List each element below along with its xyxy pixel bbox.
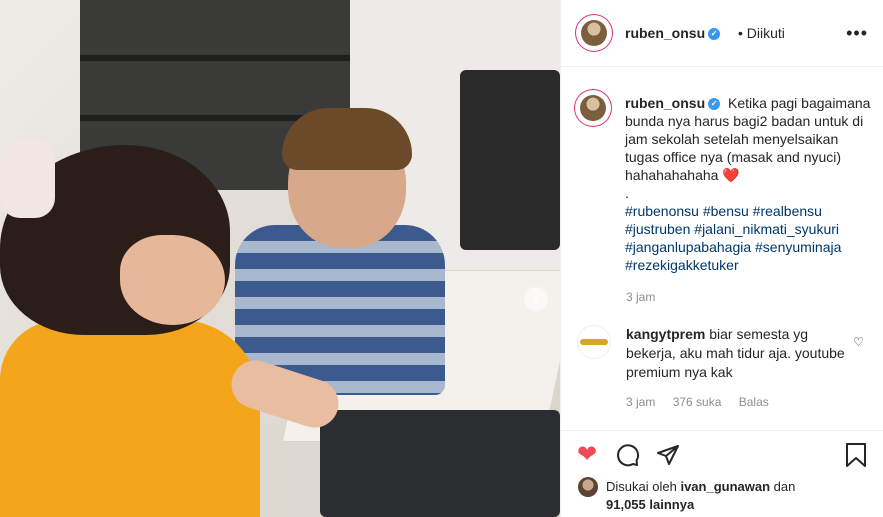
follow-status[interactable]: • Diikuti — [738, 25, 785, 41]
bookmark-icon[interactable] — [845, 443, 867, 472]
comment-text: kangytprem biar semesta yg bekerja, aku … — [626, 325, 856, 382]
avatar[interactable] — [577, 92, 609, 124]
heart-filled-icon[interactable]: ❤ — [577, 443, 597, 467]
comment-icon[interactable] — [616, 443, 640, 472]
more-horizontal-icon[interactable]: ••• — [846, 23, 868, 44]
chevron-right-icon: › — [533, 291, 539, 307]
likes-user[interactable]: ivan_gunawan — [680, 479, 770, 494]
heart-emoji-icon: ❤️ — [722, 167, 740, 183]
photo-scrunchie — [0, 138, 55, 218]
hashtag[interactable]: #jalani_nikmati_syukuri — [694, 221, 839, 237]
post-header: ruben_onsu ✓ • Diikuti ••• — [561, 0, 883, 67]
post-photo[interactable]: › — [0, 0, 560, 517]
instagram-post: › ruben_onsu ✓ • Diikuti ••• ruben_onsu ✓ … — [0, 0, 883, 517]
comment-likes[interactable]: 376 suka — [673, 395, 722, 409]
photo-drum-kit — [460, 70, 560, 250]
hashtag[interactable]: #realbensu — [753, 203, 822, 219]
comment-username[interactable]: kangytprem — [626, 326, 705, 342]
verified-badge-icon: ✓ — [708, 98, 721, 111]
likes-line: Disukai oleh ivan_gunawan dan — [606, 479, 795, 494]
action-bar: ❤ — [560, 430, 883, 479]
hashtag[interactable]: #senyuminaja — [755, 239, 841, 255]
caption-text: ruben_onsu ✓ Ketika pagi bagaimana bunda … — [625, 94, 875, 274]
hashtag[interactable]: #janganlupabahagia — [625, 239, 751, 255]
carousel-next-button[interactable]: › — [524, 287, 548, 311]
heart-outline-icon[interactable]: ♡ — [853, 335, 864, 349]
photo-woman-face — [120, 235, 225, 325]
hashtag[interactable]: #rezekigakketuker — [625, 257, 739, 273]
caption-separator: . — [625, 185, 629, 201]
avatar[interactable] — [578, 17, 610, 49]
header-username[interactable]: ruben_onsu ✓ — [625, 25, 721, 41]
hashtag[interactable]: #bensu — [703, 203, 749, 219]
share-icon[interactable] — [656, 443, 680, 472]
photo-shelf-line — [80, 55, 350, 61]
likes-and: dan — [773, 479, 796, 494]
likes-count[interactable]: 91,055 lainnya — [606, 497, 694, 512]
caption-timestamp[interactable]: 3 jam — [626, 290, 655, 304]
hashtag[interactable]: #rubenonsu — [625, 203, 699, 219]
likes-prefix: Disukai oleh — [606, 479, 677, 494]
hashtag[interactable]: #justruben — [625, 221, 690, 237]
avatar[interactable] — [577, 325, 611, 359]
comment-meta: 3 jam 376 suka Balas — [626, 395, 783, 409]
photo-tablet — [320, 410, 560, 517]
reply-button[interactable]: Balas — [739, 395, 769, 409]
verified-badge-icon: ✓ — [708, 28, 721, 41]
photo-woman-shirt — [0, 320, 260, 517]
avatar[interactable] — [578, 477, 598, 497]
photo-boy-hair — [282, 108, 412, 170]
caption-username[interactable]: ruben_onsu ✓ — [625, 95, 721, 111]
comment-timestamp[interactable]: 3 jam — [626, 395, 655, 409]
